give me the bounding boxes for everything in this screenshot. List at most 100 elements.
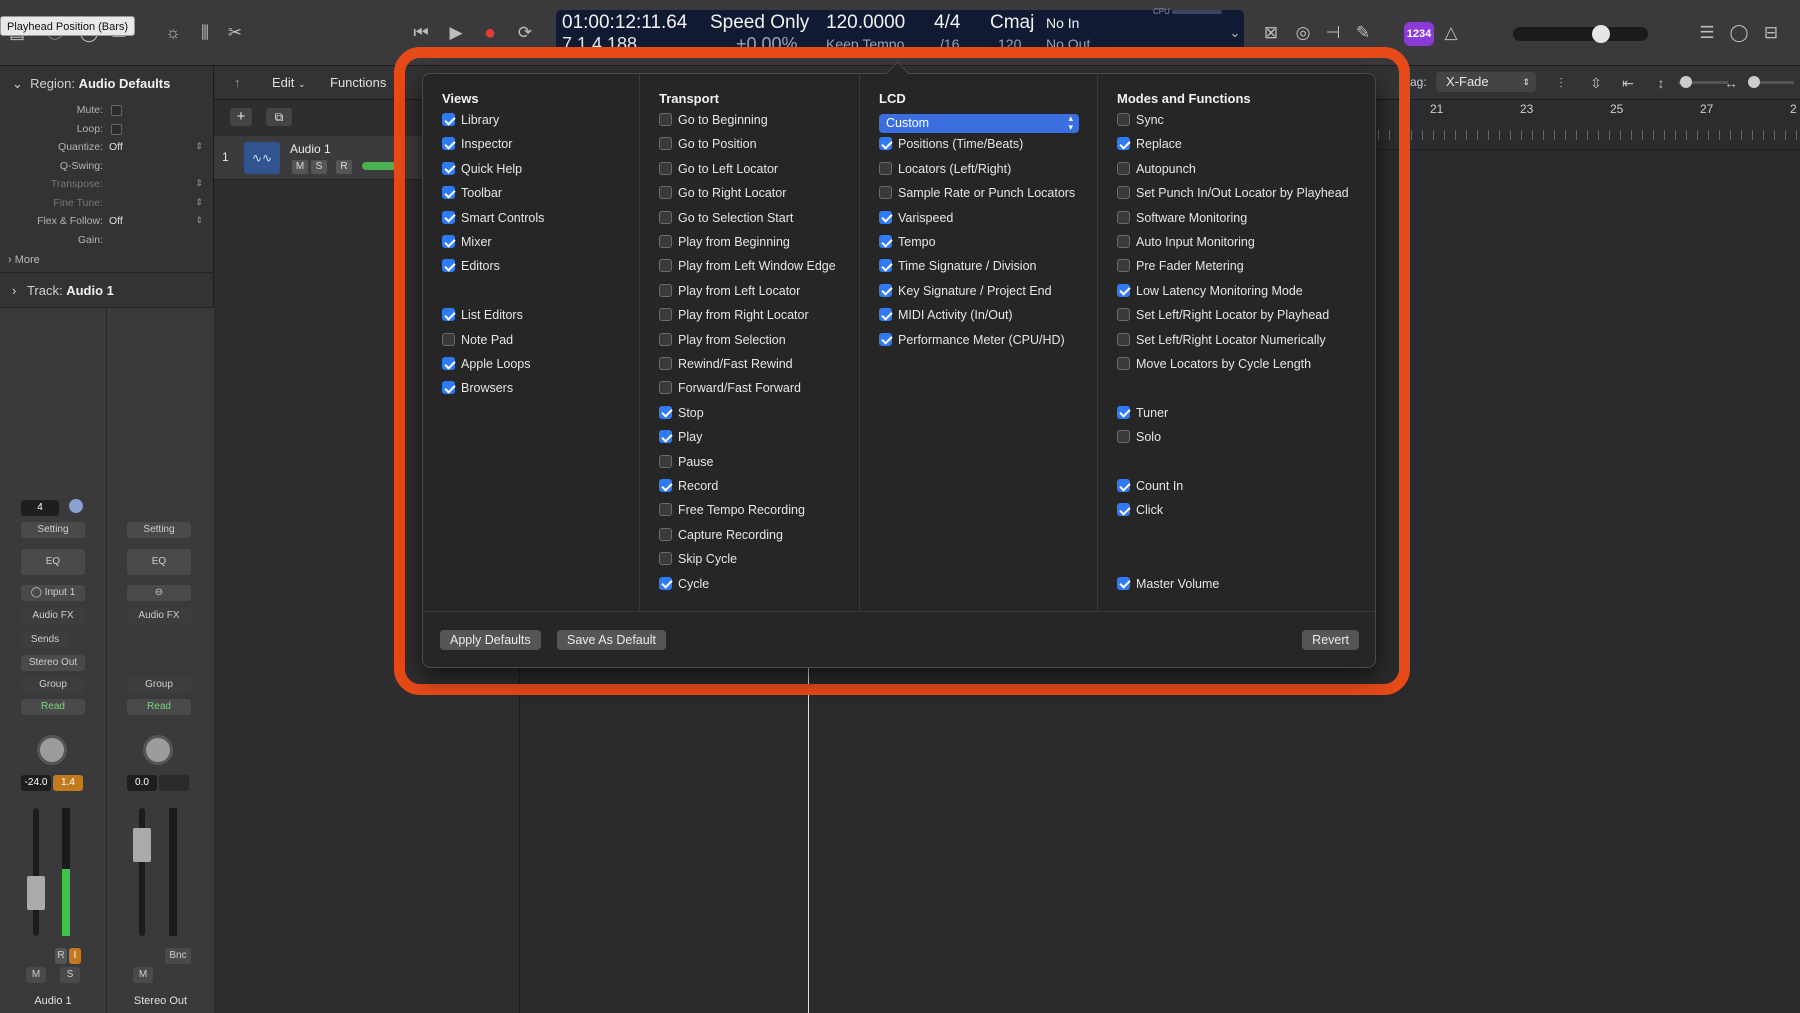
functions-menu[interactable]: Functions [330,75,386,90]
region-header[interactable]: ⌄ Region: Audio Defaults [0,66,213,102]
mute-button[interactable]: M [133,967,153,983]
input-monitor-button[interactable]: I [69,948,81,964]
auto-input-monitoring-checkbox[interactable] [1117,235,1130,248]
option-pause[interactable]: Pause [659,453,713,471]
option-play-from-selection[interactable]: Play from Selection [659,331,786,349]
lcd-display[interactable]: 01:00:12:11.64 Speed Only 120.0000 4/4 C… [556,10,1244,56]
capture-recording-checkbox[interactable] [659,527,672,541]
option-master-volume[interactable]: Master Volume [1117,575,1219,593]
group-slot[interactable]: Group [21,677,85,693]
play-from-left-window-edge-checkbox[interactable] [659,259,672,273]
duplicate-track-button[interactable]: ⧉ [266,108,292,126]
positions-time-beats-checkbox[interactable] [879,137,892,151]
automation-mode[interactable]: Read [127,699,191,715]
timeline-ruler[interactable]: 21 23 25 27 2 [1378,100,1800,150]
inspector-checkbox[interactable] [442,137,455,151]
solo-icon[interactable]: ⊣ [1322,22,1344,44]
stop-checkbox[interactable] [659,405,672,419]
set-left-right-locator-by-playhead-checkbox[interactable] [1117,308,1130,322]
sends-slot[interactable]: Sends [21,632,69,648]
option-rewind-fast-rewind[interactable]: Rewind/Fast Rewind [659,355,793,373]
param-gain[interactable]: Gain: [0,232,213,251]
waveform-zoom-icon[interactable]: ⫶ [1550,72,1572,94]
input-button[interactable]: ◯ Input 1 [21,585,85,601]
option-tempo[interactable]: Tempo [879,233,936,251]
move-locators-by-cycle-length-checkbox[interactable] [1117,357,1130,370]
option-quick-help[interactable]: Quick Help [442,160,522,178]
replace-checkbox[interactable] [1117,137,1130,151]
smart-controls-icon[interactable]: ☼ [162,22,184,44]
input-knob-icon[interactable] [69,499,83,513]
param-flex-follow[interactable]: Flex & Follow: Off ⇕ [0,213,213,232]
setting-button[interactable]: Setting [127,522,191,538]
playhead[interactable] [808,660,809,1013]
audio-fx-slot[interactable]: Audio FX [21,608,85,624]
sample-rate-or-punch-locators-checkbox[interactable] [879,186,892,200]
option-click[interactable]: Click [1117,501,1163,519]
master-volume-slider[interactable] [1513,27,1648,41]
fit-icon[interactable]: ⇤ [1617,72,1639,94]
performance-meter-cpu-hd-checkbox[interactable] [879,332,892,346]
group-slot[interactable]: Group [127,677,191,693]
option-library[interactable]: Library [442,111,499,129]
play-from-right-locator-checkbox[interactable] [659,308,672,322]
count-in-checkbox[interactable] [1117,479,1130,492]
option-smart-controls[interactable]: Smart Controls [442,209,544,227]
track-volume-slider[interactable] [362,162,402,170]
option-play-from-right-locator[interactable]: Play from Right Locator [659,306,809,324]
option-note-pad[interactable]: Note Pad [442,331,513,349]
count-in-badge[interactable]: 1234 [1404,22,1434,46]
autopunch-checkbox[interactable] [1117,161,1130,175]
option-free-tempo-recording[interactable]: Free Tempo Recording [659,501,805,519]
option-forward-fast-forward[interactable]: Forward/Fast Forward [659,379,801,397]
pan-knob[interactable] [37,735,67,765]
option-go-to-position[interactable]: Go to Position [659,135,757,153]
bounce-button[interactable]: Bnc [165,948,191,964]
option-go-to-right-locator[interactable]: Go to Right Locator [659,184,786,202]
option-locators-left-right[interactable]: Locators (Left/Right) [879,160,1011,178]
play-from-selection-checkbox[interactable] [659,332,672,346]
record-enable-button[interactable]: R [55,948,67,964]
add-track-button[interactable]: + [230,108,252,126]
library-checkbox[interactable] [442,113,455,126]
browsers-icon[interactable]: ⊟ [1760,22,1782,44]
rewind-fast-rewind-checkbox[interactable] [659,357,672,370]
param-q-swing[interactable]: Q-Swing: [0,158,213,177]
option-set-left-right-locator-by-playhead[interactable]: Set Left/Right Locator by Playhead [1117,306,1329,324]
option-inspector[interactable]: Inspector [442,135,512,153]
list-editors-checkbox[interactable] [442,308,455,322]
mute-checkbox[interactable] [111,105,122,116]
setting-button[interactable]: Setting [21,522,85,538]
note-pad-icon[interactable]: ◯ [1728,22,1750,44]
option-apple-loops[interactable]: Apple Loops [442,355,531,373]
option-go-to-left-locator[interactable]: Go to Left Locator [659,160,778,178]
tempo-checkbox[interactable] [879,235,892,248]
software-monitoring-checkbox[interactable] [1117,210,1130,224]
option-play-from-left-window-edge[interactable]: Play from Left Window Edge [659,257,836,275]
option-key-signature-project-end[interactable]: Key Signature / Project End [879,282,1052,300]
option-sync[interactable]: Sync [1117,111,1164,129]
locators-left-right-checkbox[interactable] [879,161,892,175]
apple-loops-checkbox[interactable] [442,357,455,370]
output-button[interactable]: Stereo Out [21,655,85,671]
option-play-from-left-locator[interactable]: Play from Left Locator [659,282,800,300]
up-arrow-icon[interactable]: ↑ [234,75,241,90]
go-to-beginning-checkbox[interactable] [659,113,672,126]
mute-button[interactable]: M [292,160,308,174]
edit-menu[interactable]: Edit ⌄ [272,75,306,90]
option-cycle[interactable]: Cycle [659,575,709,593]
quick-help-checkbox[interactable] [442,161,455,175]
sync-checkbox[interactable] [1117,113,1130,126]
option-toolbar[interactable]: Toolbar [442,184,502,202]
horizontal-zoom-knob[interactable] [1748,76,1760,88]
eq-button[interactable]: EQ [127,549,191,575]
midi-activity-in-out-checkbox[interactable] [879,308,892,322]
option-set-left-right-locator-numerically[interactable]: Set Left/Right Locator Numerically [1117,331,1326,349]
option-move-locators-by-cycle-length[interactable]: Move Locators by Cycle Length [1117,355,1311,373]
option-set-punch-in-out-locator-by-playhead[interactable]: Set Punch In/Out Locator by Playhead [1117,184,1349,202]
set-left-right-locator-numerically-checkbox[interactable] [1117,332,1130,346]
free-tempo-recording-checkbox[interactable] [659,503,672,517]
automation-mode[interactable]: Read [21,699,85,715]
volume-fader-handle[interactable] [133,828,151,862]
mixer-checkbox[interactable] [442,235,455,248]
